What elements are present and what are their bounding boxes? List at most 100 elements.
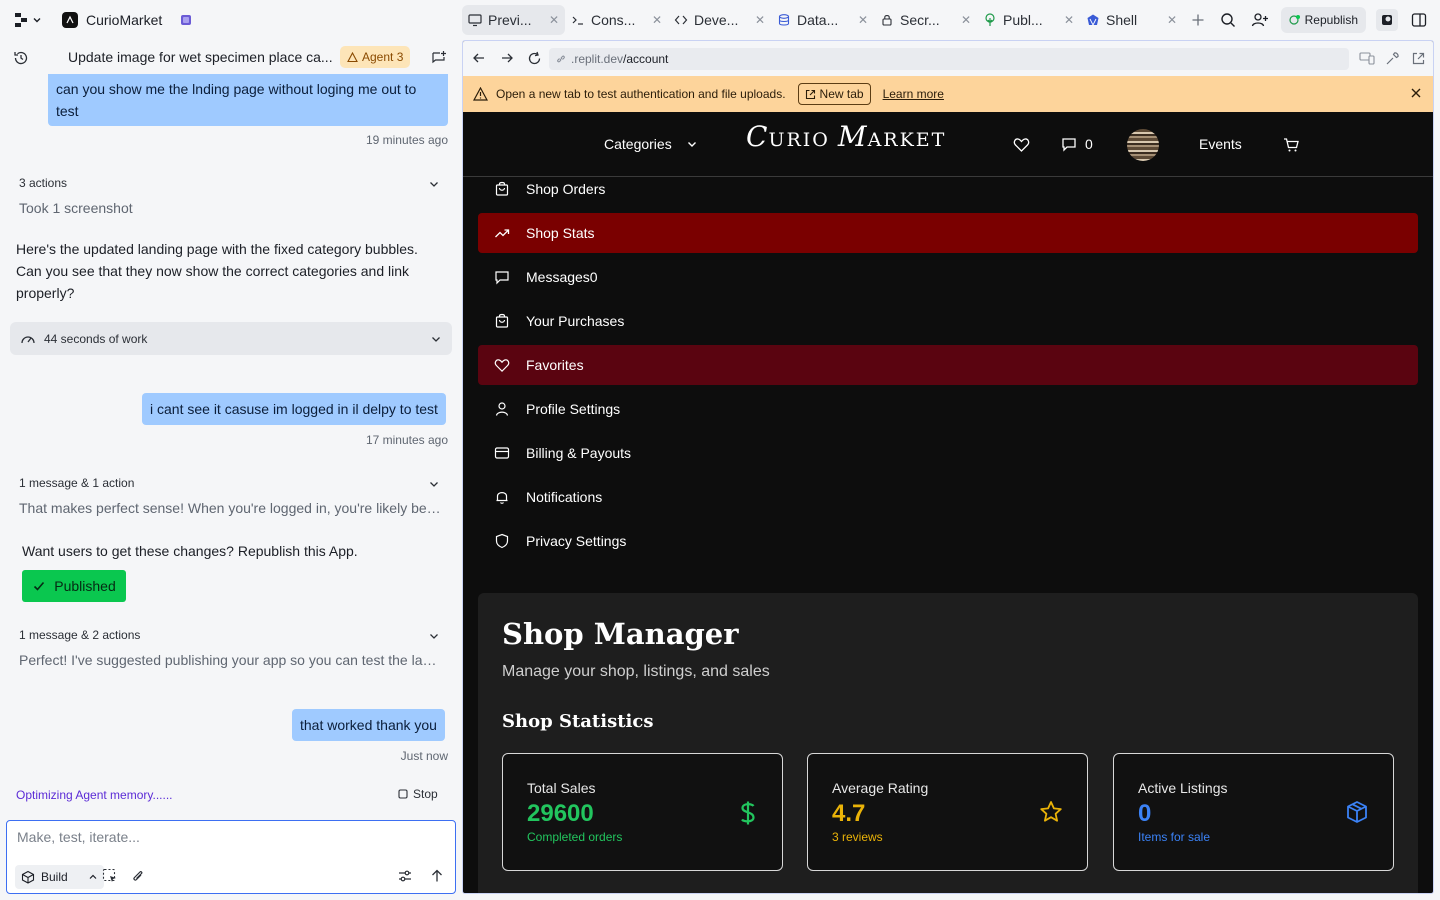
star-icon [1039, 800, 1063, 824]
terminal-prompt-icon [571, 13, 585, 27]
search-button[interactable] [1217, 9, 1239, 31]
credit-card-icon [494, 445, 510, 461]
close-icon[interactable]: ✕ [1167, 13, 1177, 27]
app-switcher[interactable]: CurioMarket [62, 12, 192, 28]
stop-button[interactable]: Stop [398, 787, 438, 801]
chevron-down-icon[interactable] [428, 178, 440, 190]
message-timestamp: 19 minutes ago [365, 133, 448, 147]
new-tab-button[interactable]: New tab [797, 83, 871, 105]
menu-item-favorites[interactable]: Favorites [478, 345, 1418, 385]
close-icon[interactable]: ✕ [755, 13, 765, 27]
checkmark-icon [32, 579, 46, 593]
message-timestamp: Just now [400, 749, 448, 763]
devtools-wrench-icon[interactable] [1385, 51, 1400, 66]
url-address-field[interactable]: .replit.dev/account [549, 48, 1349, 70]
tab-secrets[interactable]: Secr... ✕ [874, 5, 977, 35]
actions-summary[interactable]: 1 message & 2 actions [19, 628, 140, 642]
menu-item-notifications[interactable]: Notifications [478, 477, 1418, 517]
sidebar-layout-icon [1411, 12, 1427, 28]
published-button[interactable]: Published [22, 570, 126, 602]
menu-item-privacy-settings[interactable]: Privacy Settings [478, 521, 1418, 561]
reload-icon[interactable] [527, 51, 542, 66]
chevron-down-icon [430, 333, 442, 345]
attach-icon[interactable] [130, 868, 146, 884]
republish-button[interactable]: Republish [1280, 7, 1366, 33]
workspace-tabs: Previ... ✕ Cons... ✕ Deve... ✕ Data... ✕… [462, 0, 1213, 40]
preview-toolbar: .replit.dev/account [463, 41, 1433, 76]
actions-summary[interactable]: 3 actions [19, 176, 67, 190]
chevron-down-icon[interactable] [428, 478, 440, 490]
shield-icon [494, 533, 510, 549]
close-icon[interactable]: ✕ [652, 13, 662, 27]
cart-icon[interactable] [1283, 137, 1300, 153]
invite-button[interactable] [1249, 9, 1271, 31]
close-icon[interactable]: ✕ [858, 13, 868, 27]
agent-chat-panel: Update image for wet specimen place ca..… [0, 40, 462, 900]
menu-item-profile-settings[interactable]: Profile Settings [478, 389, 1418, 429]
device-toggle-icon[interactable] [1359, 51, 1375, 65]
close-icon[interactable]: ✕ [1064, 13, 1074, 27]
replit-menu-button[interactable] [14, 12, 42, 28]
gauge-icon [20, 332, 36, 346]
message-icon [1061, 136, 1077, 152]
menu-item-messages[interactable]: Messages0 [478, 257, 1418, 297]
url-host: .replit.dev [571, 52, 624, 66]
stat-card-total-sales: Total Sales 29600 Completed orders [502, 753, 783, 871]
back-arrow-icon[interactable] [472, 51, 486, 65]
tab-database[interactable]: Data... ✕ [771, 5, 874, 35]
learn-more-link[interactable]: Learn more [883, 87, 944, 101]
new-chat-icon[interactable] [431, 50, 447, 66]
shell-icon [1086, 13, 1100, 27]
add-user-icon [1251, 12, 1269, 28]
chat-input[interactable] [17, 829, 437, 845]
site-header: Categories CURIO MARKET 0 Events [463, 112, 1433, 177]
code-icon [674, 13, 688, 27]
tab-shell[interactable]: Shell ✕ [1080, 5, 1183, 35]
work-duration-toggle[interactable]: 44 seconds of work [10, 322, 452, 355]
events-link[interactable]: Events [1199, 136, 1242, 152]
agent-version-badge[interactable]: Agent 3 [340, 46, 411, 68]
theme-toggle-button[interactable] [1376, 9, 1398, 31]
close-icon[interactable]: ✕ [549, 13, 559, 27]
app-status-icon [180, 14, 192, 26]
banner-text: Open a new tab to test authentication an… [496, 87, 786, 101]
forward-arrow-icon[interactable] [500, 51, 514, 65]
stop-square-icon [398, 789, 408, 799]
search-icon [1220, 12, 1236, 28]
tab-publishing[interactable]: Publ... ✕ [977, 5, 1080, 35]
chat-composer: Build [6, 820, 456, 894]
tab-console[interactable]: Cons... ✕ [565, 5, 668, 35]
settings-sliders-icon[interactable] [397, 868, 413, 884]
add-tab-button[interactable] [1183, 5, 1213, 35]
chevron-down-icon [686, 138, 698, 150]
link-icon [555, 53, 567, 65]
close-icon[interactable]: ✕ [961, 13, 971, 27]
open-external-icon[interactable] [1411, 51, 1426, 66]
menu-item-shop-stats[interactable]: Shop Stats [478, 213, 1418, 253]
chevron-down-icon[interactable] [428, 630, 440, 642]
mode-selector[interactable]: Build [15, 865, 104, 889]
heart-icon[interactable] [1013, 137, 1030, 153]
menu-item-billing-payouts[interactable]: Billing & Payouts [478, 433, 1418, 473]
toggle-layout-button[interactable] [1408, 9, 1430, 31]
user-avatar[interactable] [1127, 129, 1159, 161]
dollar-icon [738, 800, 758, 826]
tab-preview[interactable]: Previ... ✕ [462, 5, 565, 35]
warning-triangle-icon [473, 87, 488, 101]
tab-developer[interactable]: Deve... ✕ [668, 5, 771, 35]
select-element-icon[interactable] [102, 868, 118, 884]
menu-item-your-purchases[interactable]: Your Purchases [478, 301, 1418, 341]
message-timestamp: 17 minutes ago [365, 433, 448, 447]
messages-link[interactable]: 0 [1061, 136, 1093, 152]
send-arrow-icon[interactable] [429, 868, 445, 884]
agent-icon [347, 51, 358, 63]
categories-dropdown[interactable]: Categories [604, 136, 698, 152]
user-icon [494, 401, 510, 417]
shopping-bag-icon [494, 181, 510, 197]
curio-market-logo[interactable]: CURIO MARKET [746, 120, 946, 153]
history-icon[interactable] [13, 50, 29, 66]
lock-icon [880, 13, 894, 27]
menu-item-shop-orders[interactable]: Shop Orders [478, 169, 1418, 209]
close-icon[interactable] [1409, 86, 1423, 100]
actions-summary[interactable]: 1 message & 1 action [19, 476, 134, 490]
